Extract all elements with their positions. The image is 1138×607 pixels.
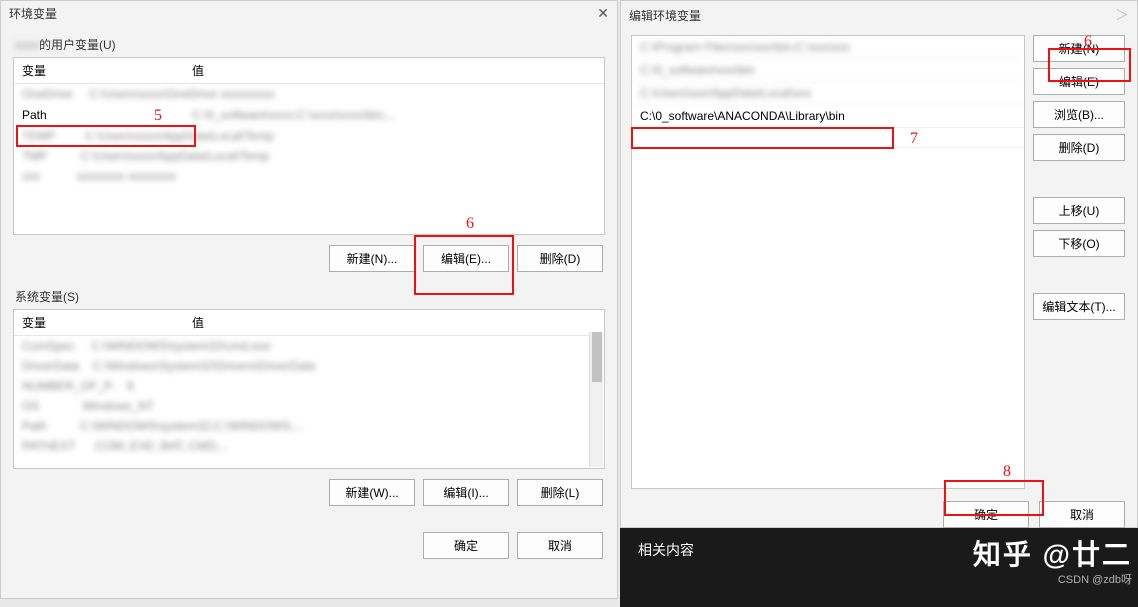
col-variable[interactable]: 变量 [14,58,184,83]
env-vars-dialog: 环境变量 ✕ xxxx的用户变量(U) 变量 值 OneDrive C:\Use… [0,0,618,599]
edit-env-dialog: 编辑环境变量 ＞ C:\Program Files\xxx\xxx\bin;C:… [620,0,1138,528]
col-value-sys[interactable]: 值 [184,310,604,335]
annotation-6a: 6 [466,215,474,233]
edit-text-button[interactable]: 编辑文本(T)... [1033,293,1125,320]
dialog-titlebar: 编辑环境变量 ＞ [621,1,1137,29]
scrollbar[interactable] [589,332,603,467]
delete-sys-button[interactable]: 删除(L) [517,479,603,506]
list-header-sys: 变量 值 [14,310,604,336]
user-button-row: 新建(N)... 编辑(E)... 删除(D) [13,235,605,278]
delete-button[interactable]: 删除(D) [1033,134,1125,161]
ok-button[interactable]: 确定 [943,501,1029,528]
dialog-titlebar: 环境变量 ✕ [1,1,617,26]
new-button[interactable]: 新建(N) [1033,35,1125,62]
dialog-button-row: 确定 取消 [13,522,605,565]
edit-sys-button[interactable]: 编辑(I)... [423,479,509,506]
close-icon[interactable]: ✕ [597,5,609,22]
related-label: 相关内容 [638,542,694,558]
user-vars-list[interactable]: 变量 值 OneDrive C:\Users\xxxx\OneDrive xxx… [13,57,605,235]
annotation-7: 7 [910,130,918,148]
csdn-watermark: CSDN @zdb呀 [1058,571,1132,587]
edit-user-button[interactable]: 编辑(E)... [423,245,509,272]
user-vars-label: xxxx的用户变量(U) [13,32,605,57]
col-variable-sys[interactable]: 变量 [14,310,184,335]
edit-button[interactable]: 编辑(E) [1033,68,1125,95]
path-values-list[interactable]: C:\Program Files\xxx\xxx\bin;C:\xxx\xxx … [631,35,1025,489]
path-row[interactable]: Path C:\0_software\xxxx;C:\xxxx\xxxx\bin… [14,104,604,126]
path-var-cell: Path [22,108,192,122]
sys-button-row: 新建(W)... 编辑(I)... 删除(L) [13,469,605,512]
annotation-6b: 6 [1084,33,1092,51]
right-button-column: 新建(N) 编辑(E) 浏览(B)... 删除(D) 上移(U) 下移(O) 编… [1033,35,1127,489]
new-sys-button[interactable]: 新建(W)... [329,479,415,506]
cancel-button[interactable]: 取消 [1039,501,1125,528]
move-up-button[interactable]: 上移(U) [1033,197,1125,224]
close-icon[interactable]: ＞ [1115,5,1129,25]
col-value[interactable]: 值 [184,58,604,83]
zhihu-watermark: 知乎 @廿二 [973,533,1132,573]
ok-button[interactable]: 确定 [423,532,509,559]
cancel-button[interactable]: 取消 [517,532,603,559]
dialog-title: 环境变量 [9,5,57,22]
annotation-5: 5 [154,107,162,125]
browse-button[interactable]: 浏览(B)... [1033,101,1125,128]
sys-vars-list[interactable]: 变量 值 ComSpec C:\WINDOWS\system32\cmd.exe… [13,309,605,469]
move-down-button[interactable]: 下移(O) [1033,230,1125,257]
sys-vars-label: 系统变量(S) [13,284,605,309]
annotation-8: 8 [1003,463,1011,481]
delete-user-button[interactable]: 删除(D) [517,245,603,272]
dialog-title: 编辑环境变量 [629,7,701,24]
new-user-button[interactable]: 新建(N)... [329,245,415,272]
anaconda-path-entry[interactable]: C:\0_software\ANACONDA\Library\bin [632,105,1024,128]
list-header: 变量 值 [14,58,604,84]
